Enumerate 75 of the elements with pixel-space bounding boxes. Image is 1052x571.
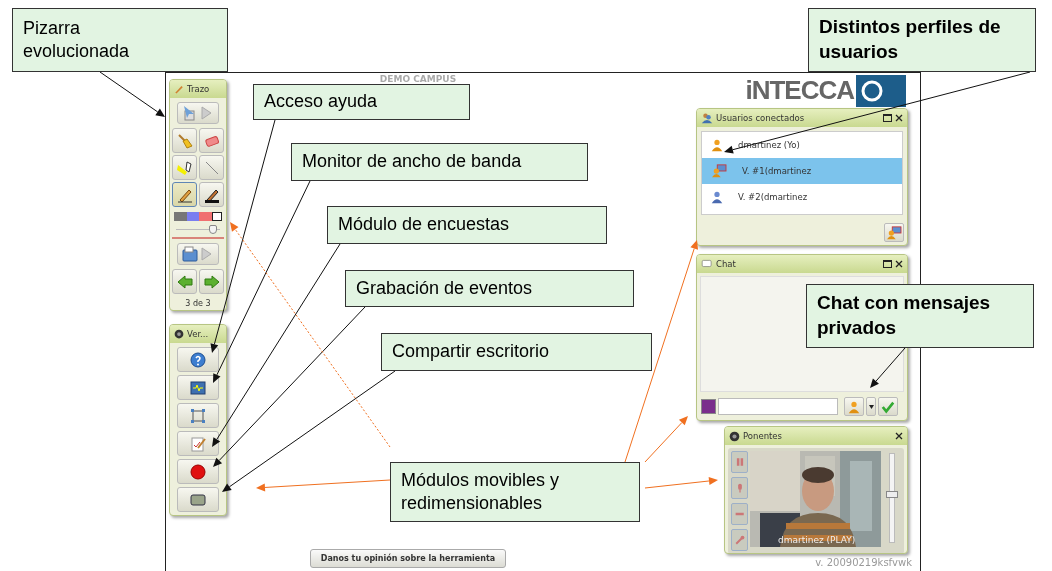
panel-title: Usuarios conectados — [716, 113, 806, 123]
presenter-icon — [710, 164, 728, 178]
close-icon[interactable] — [895, 432, 903, 440]
play-icon — [198, 105, 214, 121]
broom-icon — [176, 132, 193, 149]
file-button[interactable] — [177, 243, 219, 265]
callout: Distintos perfiles de usuarios — [808, 8, 1036, 72]
slider-thumb[interactable] — [209, 224, 218, 234]
feedback-button[interactable]: Danos tu opinión sobre la herramienta — [309, 549, 507, 568]
dropdown-button[interactable] — [866, 397, 876, 416]
logo-icon — [856, 74, 906, 107]
folder-icon — [182, 246, 198, 262]
webcam-icon — [729, 430, 740, 442]
panel-title: Ponentes — [743, 431, 784, 441]
view-button[interactable] — [177, 375, 219, 400]
help-icon — [190, 351, 206, 368]
right-arrow-icon — [203, 273, 220, 290]
version-label: v. 20090219ksfvwk — [814, 557, 912, 568]
presenter-icon — [885, 225, 903, 240]
callout: Módulos movibles y redimensionables — [390, 462, 640, 522]
checkmark-icon — [881, 399, 895, 414]
caret-icon — [868, 404, 874, 409]
line-icon — [203, 159, 220, 176]
callout: Grabación de eventos — [345, 270, 634, 307]
panel-title: Ver... — [187, 329, 210, 339]
user-name: V. #1(dmartinez — [742, 166, 812, 176]
profile-button[interactable] — [884, 223, 904, 242]
page-counter: 3 de 3 — [184, 298, 212, 310]
callout: Acceso ayuda — [253, 84, 470, 120]
highlighter-icon — [176, 159, 193, 176]
view-button[interactable] — [177, 431, 219, 456]
pencil-icon — [174, 84, 184, 94]
user-row[interactable]: V. #1(dmartinez — [702, 158, 902, 184]
user-icon — [710, 190, 724, 204]
user-row[interactable]: V. #2(dmartinez — [702, 184, 902, 210]
color-picker[interactable] — [701, 399, 716, 414]
arrow — [870, 347, 906, 388]
maximize-icon[interactable] — [883, 260, 892, 268]
logo-text: iNTECCA — [745, 75, 854, 106]
record-icon — [190, 463, 206, 480]
chat-icon — [701, 258, 713, 270]
volume-thumb[interactable] — [886, 491, 899, 499]
page-button[interactable] — [199, 269, 224, 294]
callout: Monitor de ancho de banda — [291, 143, 588, 181]
user-icon — [710, 138, 724, 152]
monitor-icon — [190, 379, 206, 396]
maximize-icon[interactable] — [883, 114, 892, 122]
user-name: V. #2(dmartinez — [738, 192, 808, 202]
play-icon — [198, 246, 214, 262]
message-field[interactable] — [718, 398, 838, 415]
view-button[interactable] — [177, 459, 219, 484]
close-icon[interactable] — [895, 114, 903, 122]
poll-icon — [190, 435, 206, 452]
tool-button[interactable] — [199, 182, 224, 207]
panel-title: Trazo — [187, 84, 211, 94]
callout: Módulo de encuestas — [327, 206, 607, 244]
wrench-icon — [734, 535, 745, 545]
close-icon[interactable] — [895, 260, 903, 268]
pause-icon — [734, 457, 745, 467]
arrow — [99, 71, 165, 117]
callout: Compartir escritorio — [381, 333, 652, 371]
user-icon — [847, 399, 861, 414]
desktop-icon — [190, 491, 206, 508]
callout: Chat con mensajes privados — [806, 284, 1034, 348]
fullscreen-icon — [190, 407, 206, 424]
callout: Pizarra evolucionada — [12, 8, 228, 72]
view-button[interactable] — [177, 347, 219, 372]
color-palette[interactable] — [174, 212, 222, 221]
page-button[interactable] — [172, 269, 197, 294]
campus-title: DEMO CAMPUS — [379, 74, 457, 84]
users-icon — [701, 112, 713, 124]
panel-title: Chat — [716, 259, 737, 269]
pointer-icon — [182, 105, 198, 121]
webcam-icon — [174, 329, 184, 339]
left-arrow-icon — [176, 273, 193, 290]
